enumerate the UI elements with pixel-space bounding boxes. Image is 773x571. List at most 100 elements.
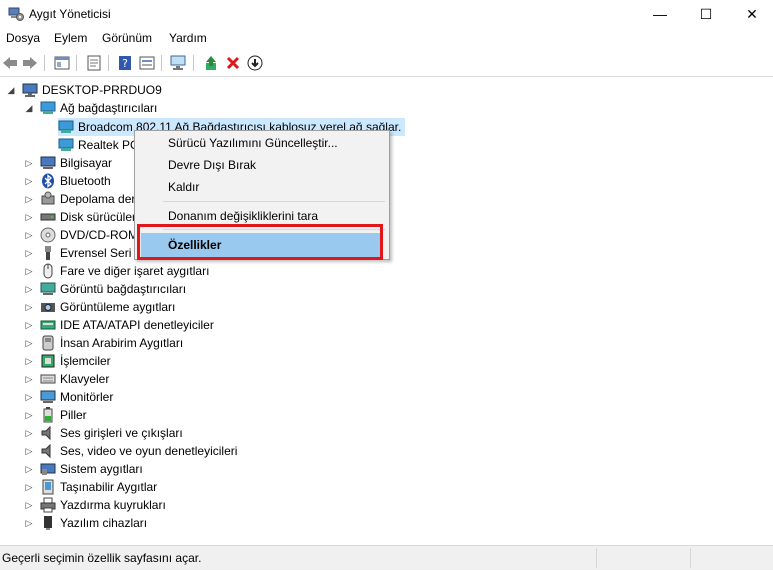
menu-item-disable[interactable]: Devre Dışı Bırak bbox=[168, 158, 256, 172]
tree-item-bilgisayar[interactable]: ▷ Bilgisayar bbox=[24, 154, 113, 172]
chevron-right-icon[interactable]: ▷ bbox=[24, 338, 34, 348]
chevron-right-icon[interactable]: ▷ bbox=[24, 410, 34, 420]
chevron-right-icon[interactable]: ▷ bbox=[24, 176, 34, 186]
tree-item-display-adapters[interactable]: ▷ Görüntü bağdaştırıcıları bbox=[24, 280, 187, 298]
tree-root-label: DESKTOP-PRRDUO9 bbox=[42, 83, 162, 97]
usb-icon bbox=[40, 245, 56, 261]
properties-icon[interactable] bbox=[85, 54, 103, 72]
monitor-icon bbox=[40, 389, 56, 405]
chevron-right-icon[interactable]: ▷ bbox=[24, 266, 34, 276]
tree-item-bluetooth[interactable]: ▷ Bluetooth bbox=[24, 172, 111, 190]
back-icon[interactable] bbox=[1, 54, 19, 72]
tree-item-keyboards[interactable]: ▷ Klavyeler bbox=[24, 370, 110, 388]
tree-item-batteries[interactable]: ▷ Piller bbox=[24, 406, 87, 424]
chevron-right-icon[interactable]: ▷ bbox=[24, 500, 34, 510]
system-devices-icon bbox=[40, 461, 56, 477]
menu-item-uninstall[interactable]: Kaldır bbox=[168, 180, 199, 194]
tree-item-audio-io[interactable]: ▷ Ses girişleri ve çıkışları bbox=[24, 424, 183, 442]
speaker-icon bbox=[40, 443, 56, 459]
mouse-icon bbox=[40, 263, 56, 279]
hid-icon bbox=[40, 335, 56, 351]
tree-item-label: DVD/CD-ROM bbox=[60, 228, 138, 242]
chevron-right-icon[interactable]: ▷ bbox=[24, 482, 34, 492]
tree-item-hid[interactable]: ▷ İnsan Arabirim Aygıtları bbox=[24, 334, 183, 352]
tree-item-software-devices[interactable]: ▷ Yazılım cihazları bbox=[24, 514, 147, 532]
ide-controller-icon bbox=[40, 317, 56, 333]
chevron-right-icon[interactable]: ▷ bbox=[24, 302, 34, 312]
chevron-right-icon[interactable]: ▷ bbox=[24, 446, 34, 456]
maximize-button[interactable]: ☐ bbox=[683, 0, 729, 28]
tree-item-label: Realtek PC bbox=[78, 138, 139, 152]
close-button[interactable]: ✕ bbox=[729, 0, 773, 28]
chevron-down-icon[interactable]: ◢ bbox=[6, 85, 16, 95]
tree-item-label: Ses girişleri ve çıkışları bbox=[60, 426, 183, 440]
help-icon[interactable]: ? bbox=[116, 54, 134, 72]
menu-yardim[interactable]: Yardım bbox=[169, 31, 207, 45]
chevron-right-icon[interactable]: ▷ bbox=[24, 518, 34, 528]
tree-item-label: Bluetooth bbox=[60, 174, 111, 188]
chevron-right-icon[interactable]: ▷ bbox=[24, 230, 34, 240]
network-adapter-icon bbox=[40, 100, 56, 116]
menu-gorunum[interactable]: Görünüm bbox=[102, 31, 152, 45]
chevron-right-icon[interactable]: ▷ bbox=[24, 284, 34, 294]
tree-item-dvd[interactable]: ▷ DVD/CD-ROM bbox=[24, 226, 138, 244]
tree-item-usb[interactable]: ▷ Evrensel Seri V bbox=[24, 244, 143, 262]
tree-item-sound-video[interactable]: ▷ Ses, video ve oyun denetleyicileri bbox=[24, 442, 237, 460]
chevron-right-icon[interactable]: ▷ bbox=[24, 464, 34, 474]
enable-device-icon[interactable] bbox=[246, 54, 264, 72]
disk-drive-icon bbox=[40, 209, 56, 225]
chevron-right-icon[interactable]: ▷ bbox=[24, 374, 34, 384]
tree-item-portable[interactable]: ▷ Taşınabilir Aygıtlar bbox=[24, 478, 157, 496]
window-title: Aygıt Yöneticisi bbox=[29, 7, 111, 21]
chevron-right-icon[interactable]: ▷ bbox=[24, 392, 34, 402]
callout-highlight-box bbox=[137, 224, 383, 260]
menu-item-scan-hardware[interactable]: Donanım değişikliklerini tara bbox=[168, 209, 318, 223]
device-manager-icon bbox=[8, 6, 24, 22]
scan-hardware-icon[interactable] bbox=[170, 54, 188, 72]
toolbar: ? bbox=[0, 50, 773, 77]
menu-dosya[interactable]: Dosya bbox=[6, 31, 40, 45]
tree-item-label: Klavyeler bbox=[60, 372, 110, 386]
chevron-right-icon[interactable]: ▷ bbox=[24, 212, 34, 222]
tree-item-disk[interactable]: ▷ Disk sürücüler bbox=[24, 208, 137, 226]
network-adapter-icon bbox=[58, 137, 74, 153]
keyboard-icon bbox=[40, 371, 56, 387]
tree-item-label: Görüntü bağdaştırıcıları bbox=[60, 282, 187, 296]
chevron-down-icon[interactable]: ◢ bbox=[24, 103, 34, 113]
view-icon[interactable] bbox=[138, 54, 156, 72]
tree-item-realtek[interactable]: Realtek PC bbox=[58, 136, 139, 154]
tree-root[interactable]: ◢ DESKTOP-PRRDUO9 bbox=[6, 81, 162, 99]
tree-item-label: İşlemciler bbox=[60, 354, 111, 368]
tree-item-processors[interactable]: ▷ İşlemciler bbox=[24, 352, 111, 370]
tree-item-label: İnsan Arabirim Aygıtları bbox=[60, 336, 184, 350]
chevron-right-icon[interactable]: ▷ bbox=[24, 248, 34, 258]
tree-item-network-adapters[interactable]: ◢ Ağ bağdaştırıcıları bbox=[24, 99, 158, 117]
chevron-right-icon[interactable]: ▷ bbox=[24, 194, 34, 204]
menu-eylem[interactable]: Eylem bbox=[54, 31, 87, 45]
chevron-right-icon[interactable]: ▷ bbox=[24, 428, 34, 438]
minimize-button[interactable]: — bbox=[637, 0, 683, 28]
tree-item-ide[interactable]: ▷ IDE ATA/ATAPI denetleyiciler bbox=[24, 316, 214, 334]
chevron-right-icon[interactable]: ▷ bbox=[24, 320, 34, 330]
tree-item-label: Piller bbox=[60, 408, 87, 422]
chevron-right-icon[interactable]: ▷ bbox=[24, 158, 34, 168]
tree-item-depolama[interactable]: ▷ Depolama der bbox=[24, 190, 135, 208]
chevron-right-icon[interactable]: ▷ bbox=[24, 356, 34, 366]
update-driver-icon[interactable] bbox=[202, 54, 220, 72]
tree-item-monitors[interactable]: ▷ Monitörler bbox=[24, 388, 114, 406]
status-text: Geçerli seçimin özellik sayfasını açar. bbox=[2, 551, 202, 565]
processor-icon bbox=[40, 353, 56, 369]
forward-icon[interactable] bbox=[21, 54, 39, 72]
tree-item-mouse[interactable]: ▷ Fare ve diğer işaret aygıtları bbox=[24, 262, 209, 280]
battery-icon bbox=[40, 407, 56, 423]
menu-bar: Dosya Eylem Görünüm Yardım bbox=[0, 28, 773, 49]
tree-item-label: Sistem aygıtları bbox=[60, 462, 143, 476]
show-hide-console-tree-icon[interactable] bbox=[53, 54, 71, 72]
menu-item-update-driver[interactable]: Sürücü Yazılımını Güncelleştir... bbox=[168, 136, 338, 150]
title-bar: Aygıt Yöneticisi — ☐ ✕ bbox=[0, 0, 773, 28]
tree-item-system-devices[interactable]: ▷ Sistem aygıtları bbox=[24, 460, 143, 478]
tree-item-print-queues[interactable]: ▷ Yazdırma kuyrukları bbox=[24, 496, 166, 514]
tree-item-label: Depolama der bbox=[60, 192, 136, 206]
tree-item-imaging[interactable]: ▷ Görüntüleme aygıtları bbox=[24, 298, 176, 316]
uninstall-icon[interactable] bbox=[224, 54, 242, 72]
